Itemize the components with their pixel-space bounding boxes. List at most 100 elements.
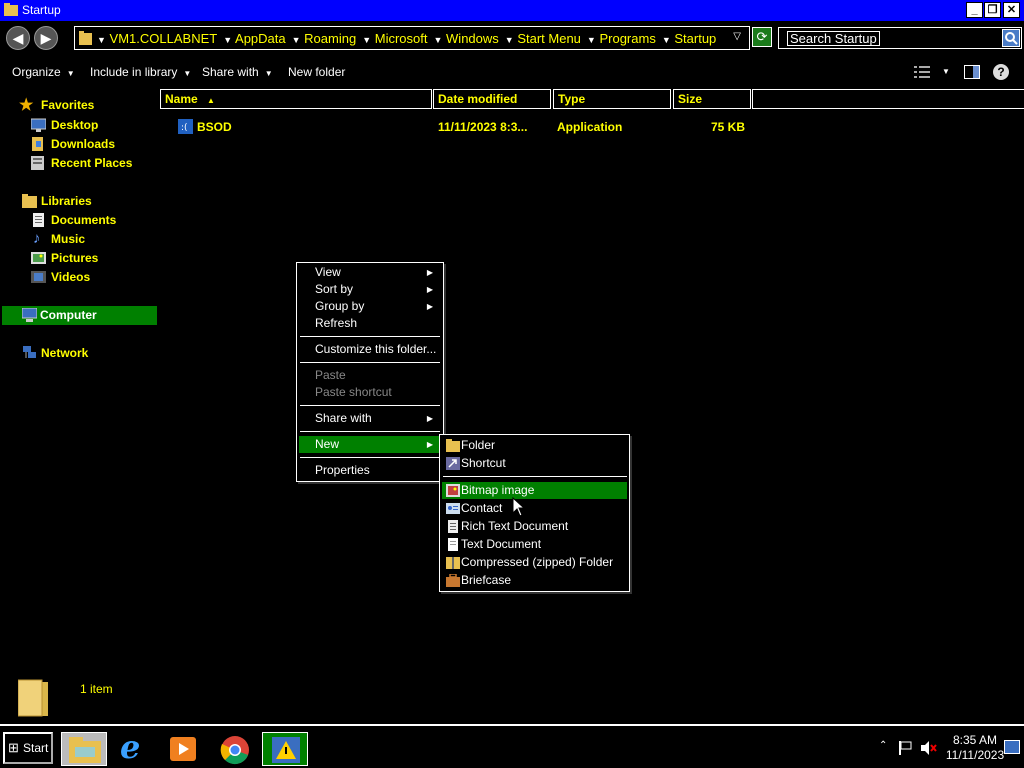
svg-text::(: :(: [181, 123, 188, 133]
menu-item-group-by[interactable]: Group by ▶: [299, 298, 439, 315]
start-button[interactable]: ⊞ Start: [3, 732, 53, 764]
view-dropdown-icon[interactable]: ▼: [942, 67, 950, 76]
address-dropdown-icon[interactable]: ▽: [733, 31, 741, 42]
nav-computer-selected[interactable]: Computer: [2, 306, 157, 325]
pictures-icon: [31, 252, 46, 264]
file-explorer-icon: [69, 737, 101, 763]
submenu-item-bitmap[interactable]: Bitmap image: [442, 482, 627, 499]
nav-label: Pictures: [51, 251, 99, 265]
submenu-item-rtf[interactable]: Rich Text Document: [442, 518, 627, 535]
menu-separator: [300, 431, 440, 432]
new-folder-button[interactable]: New folder: [288, 65, 345, 79]
back-button[interactable]: ◀: [6, 26, 30, 50]
view-options-icon[interactable]: [914, 66, 930, 78]
menu-item-customize[interactable]: Customize this folder...: [299, 341, 439, 358]
column-header-size[interactable]: Size: [673, 89, 751, 109]
crumb[interactable]: Microsoft: [375, 31, 428, 46]
new-folder-label: New folder: [288, 65, 346, 79]
share-with-button[interactable]: Share with ▼: [202, 65, 273, 79]
restore-button[interactable]: ❐: [984, 2, 1001, 18]
organize-button[interactable]: Organize ▼: [12, 65, 75, 79]
file-row[interactable]: :( BSOD 11/11/2023 8:3... Application 75…: [160, 117, 760, 137]
taskbar-media-player-button[interactable]: [160, 732, 206, 766]
column-header-date[interactable]: Date modified: [433, 89, 551, 109]
action-center-flag-icon[interactable]: [898, 741, 914, 755]
menu-item-share-with[interactable]: Share with ▶: [299, 410, 439, 427]
desktop-icon: [31, 118, 46, 132]
videos-icon: [31, 271, 46, 283]
submenu-item-briefcase[interactable]: Briefcase: [442, 572, 627, 589]
shortcut-icon: [446, 457, 460, 470]
column-header-name[interactable]: Name ▲: [160, 89, 432, 109]
taskbar-active-app-button[interactable]: [262, 732, 308, 766]
nav-label: Network: [41, 346, 89, 360]
menu-label: Group by: [315, 299, 365, 313]
column-header-type[interactable]: Type: [553, 89, 671, 109]
title-bar[interactable]: Startup _ ❐ ✕: [0, 0, 1024, 21]
item-count: 1 item: [80, 682, 113, 696]
crumb[interactable]: AppData: [235, 31, 286, 46]
chrome-icon: [220, 736, 249, 765]
menu-label: Refresh: [315, 316, 358, 330]
submenu-item-contact[interactable]: Contact: [442, 500, 627, 517]
star-icon: ★: [19, 97, 34, 114]
folder-icon: [4, 3, 18, 16]
menu-separator: [300, 457, 440, 458]
submenu-item-text[interactable]: Text Document: [442, 536, 627, 553]
menu-label: Customize this folder...: [315, 342, 437, 356]
forward-button[interactable]: ▶: [34, 26, 58, 50]
minimize-button[interactable]: _: [966, 2, 983, 18]
submenu-item-folder[interactable]: Folder: [442, 437, 627, 454]
show-desktop-button[interactable]: [1004, 740, 1020, 754]
submenu-item-zip[interactable]: Compressed (zipped) Folder: [442, 554, 627, 571]
menu-item-refresh[interactable]: Refresh: [299, 315, 439, 332]
libraries-icon: [22, 194, 37, 208]
menu-separator: [300, 336, 440, 337]
close-button[interactable]: ✕: [1003, 2, 1020, 18]
show-hidden-icons-icon[interactable]: ⌃: [879, 740, 887, 751]
taskbar-ie-button[interactable]: e: [112, 728, 158, 766]
submenu-arrow-icon: ▶: [426, 440, 433, 449]
crumb[interactable]: Windows: [446, 31, 499, 46]
include-in-library-button[interactable]: Include in library ▼: [90, 65, 191, 79]
crumb[interactable]: Start Menu: [517, 31, 581, 46]
crumb[interactable]: Programs: [599, 31, 655, 46]
search-icon[interactable]: [1002, 29, 1020, 47]
submenu-item-shortcut[interactable]: Shortcut: [442, 455, 627, 472]
media-player-icon: [170, 737, 196, 761]
nav-label: Desktop: [51, 118, 99, 132]
submenu-arrow-icon: ▶: [426, 268, 433, 277]
help-icon[interactable]: ?: [993, 64, 1009, 80]
menu-item-properties[interactable]: Properties: [299, 462, 439, 479]
downloads-icon: [32, 137, 43, 151]
large-folder-icon: [18, 679, 48, 717]
nav-label: Favorites: [41, 98, 95, 112]
taskbar-explorer-button[interactable]: [61, 732, 107, 766]
volume-muted-icon[interactable]: [920, 740, 938, 756]
menu-item-new[interactable]: New ▶: [299, 436, 439, 453]
submenu-arrow-icon: ▶: [426, 285, 433, 294]
menu-label: Sort by: [315, 282, 354, 296]
taskbar: ⊞ Start e ⌃ 8:35 AM 11/11/2023: [0, 724, 1024, 768]
crumb[interactable]: Roaming: [304, 31, 356, 46]
preview-pane-icon[interactable]: [964, 65, 980, 79]
dropdown-arrow-icon: ▼: [183, 69, 192, 78]
context-menu: View ▶ Sort by ▶ Group by ▶ Refresh Customi…: [296, 262, 444, 482]
nav-label: Libraries: [41, 194, 92, 208]
menu-label: Compressed (zipped) Folder: [461, 555, 614, 569]
address-bar[interactable]: ▼ VM1.COLLABNET ▼ AppData ▼ Roaming ▼ Micro…: [74, 26, 750, 50]
briefcase-icon: [446, 574, 460, 587]
crumb[interactable]: Startup: [674, 31, 716, 46]
taskbar-chrome-button[interactable]: [212, 732, 258, 766]
search-input[interactable]: Search Startup: [778, 27, 1022, 49]
nav-label: Music: [51, 232, 86, 246]
include-in-library-label: Include in library: [90, 65, 178, 79]
menu-item-view[interactable]: View ▶: [299, 264, 439, 281]
nav-label: Downloads: [51, 137, 116, 151]
menu-item-sort-by[interactable]: Sort by ▶: [299, 281, 439, 298]
file-date: 11/11/2023 8:3...: [438, 120, 528, 134]
menu-item-paste: Paste: [299, 367, 439, 384]
refresh-button[interactable]: ⟳: [752, 27, 772, 47]
crumb[interactable]: VM1.COLLABNET: [110, 31, 218, 46]
system-clock[interactable]: 8:35 AM 11/11/2023: [940, 733, 1010, 763]
